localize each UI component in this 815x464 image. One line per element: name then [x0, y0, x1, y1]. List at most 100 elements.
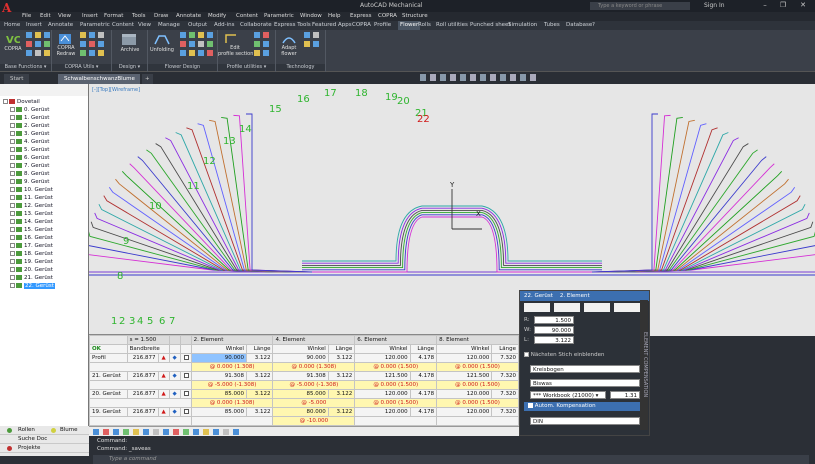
cell-value[interactable]: 120.000 — [354, 353, 411, 363]
tree-item-stand[interactable]: 7. Gerüst — [10, 162, 49, 170]
workbook-select[interactable]: *** Workbook (21000) ▾ — [530, 391, 606, 399]
sub-value[interactable]: @ 0.000 (1.500) — [436, 380, 519, 390]
ribbon-tab-home[interactable]: Home — [4, 22, 20, 28]
sub-value[interactable]: @ 0.000 (1.500) — [354, 380, 438, 390]
menu-item-help[interactable]: Help — [328, 13, 341, 19]
ribbon-tab-featured-apps[interactable]: Featured Apps — [312, 22, 352, 28]
expand-icon[interactable] — [10, 195, 15, 200]
checkbox[interactable] — [524, 352, 529, 357]
close-button[interactable]: ✕ — [796, 1, 810, 10]
tree-item-stand[interactable]: 11. Gerüst — [10, 194, 53, 202]
group-label[interactable]: Base Functions ▾ — [0, 64, 51, 71]
cell-value[interactable]: 3.122 — [327, 353, 356, 363]
group-label[interactable]: Design ▾ — [112, 64, 147, 71]
menu-item-edit[interactable]: Edit — [40, 13, 51, 19]
ribbon-tab--[interactable]: ? — [592, 22, 595, 28]
tree-root[interactable]: Dovetail — [3, 98, 40, 106]
ribbon-tab-collaborate[interactable]: Collaborate — [240, 22, 272, 28]
sub-value[interactable] — [436, 416, 519, 426]
ribbon-tab-copra[interactable]: COPRA — [352, 22, 371, 28]
cell-value[interactable]: 90.000 — [272, 353, 329, 363]
tree-item-stand[interactable]: 16. Gerüst — [10, 234, 53, 242]
workbook-value[interactable]: 1.31 — [610, 391, 640, 399]
tree-item-stand[interactable]: 3. Gerüst — [10, 130, 49, 138]
stand-icon[interactable]: ▲ — [157, 371, 170, 381]
sub-value[interactable]: @ -5.000 — [272, 398, 356, 408]
tree-item-stand[interactable]: 21. Gerüst — [10, 274, 53, 282]
expand-icon[interactable] — [10, 155, 15, 160]
ok-label[interactable]: OK — [89, 344, 128, 354]
tree-item-stand[interactable]: 18. Gerüst — [10, 250, 53, 258]
tree-item-stand[interactable]: 6. Gerüst — [10, 154, 49, 162]
tree-item-stand[interactable]: 4. Gerüst — [10, 138, 49, 146]
sub-value[interactable]: @ 0.000 (1.308) — [190, 398, 274, 408]
add-tab-button[interactable]: + — [142, 74, 153, 84]
cell-value[interactable]: 3.122 — [245, 389, 274, 399]
archive-icon[interactable] — [121, 34, 137, 46]
expand-icon[interactable] — [3, 99, 8, 104]
cell-value[interactable]: 4.178 — [409, 371, 438, 381]
cell-value[interactable]: 120.000 — [436, 389, 493, 399]
cell-value[interactable]: 121.500 — [436, 371, 493, 381]
cell-value[interactable]: 121.500 — [354, 371, 411, 381]
expand-icon[interactable] — [10, 243, 15, 248]
ribbon-tab-add-ins[interactable]: Add-ins — [214, 22, 235, 28]
ribbon-tab-parametric[interactable]: Parametric — [80, 22, 110, 28]
edit-profile-section-button[interactable]: Edit profile section — [218, 45, 253, 57]
stand-icon[interactable]: ▲ — [157, 353, 170, 363]
tab-blume[interactable]: Blume — [44, 426, 89, 435]
group-label[interactable]: Profile utilities ▾ — [218, 64, 275, 71]
ribbon-tab-database[interactable]: Database — [566, 22, 592, 28]
expand-icon[interactable] — [10, 147, 15, 152]
expand-icon[interactable] — [10, 163, 15, 168]
adapt-flower-button[interactable]: Adapt flower — [276, 45, 302, 57]
menu-item-copra[interactable]: COPRA — [378, 13, 397, 19]
menu-item-format[interactable]: Format — [104, 13, 123, 19]
length-field[interactable]: 3.122 — [534, 336, 574, 344]
menu-item-insert[interactable]: Insert — [82, 13, 98, 19]
tree-item-stand[interactable]: 1. Gerüst — [10, 114, 49, 122]
command-input[interactable]: Type a command — [93, 455, 809, 464]
ribbon-tab-content[interactable]: Content — [112, 22, 134, 28]
tree-item-stand[interactable]: 19. Gerüst — [10, 258, 53, 266]
expand-icon[interactable] — [10, 187, 15, 192]
tree-item-stand[interactable]: 22. Gerüst — [10, 282, 55, 290]
pin-icon[interactable]: ◆ — [168, 389, 181, 399]
cell-value[interactable]: 90.000 — [190, 353, 247, 363]
bandbreite-value[interactable]: 216.877 — [126, 407, 159, 417]
expand-icon[interactable] — [10, 267, 15, 272]
cell-value[interactable]: 3.122 — [327, 371, 356, 381]
ribbon-tab-manage[interactable]: Manage — [158, 22, 180, 28]
search-input[interactable]: Type a keyword or phrase — [590, 2, 690, 10]
tree-item-stand[interactable]: 2. Gerüst — [10, 122, 49, 130]
sub-value[interactable] — [354, 416, 438, 426]
expand-icon[interactable] — [10, 259, 15, 264]
ribbon-tab-roll-utilities[interactable]: Roll utilities — [436, 22, 468, 28]
sub-value[interactable]: @ 0.000 (1.500) — [436, 362, 519, 372]
cell-value[interactable]: 85.000 — [190, 389, 247, 399]
ribbon-tab-annotate[interactable]: Annotate — [48, 22, 73, 28]
cell-value[interactable]: 4.178 — [409, 407, 438, 417]
norm-select[interactable]: DIN — [530, 417, 640, 425]
tree-item-stand[interactable]: 8. Gerüst — [10, 170, 49, 178]
sub-value[interactable]: @ 0.000 (1.308) — [190, 362, 274, 372]
checkbox[interactable] — [528, 403, 533, 408]
unfolding-button[interactable]: Unfolding — [148, 47, 176, 53]
adapt-flower-icon[interactable] — [282, 33, 296, 45]
expand-icon[interactable] — [10, 203, 15, 208]
bandbreite-value[interactable]: 216.877 — [126, 371, 159, 381]
pin-icon[interactable]: ◆ — [168, 407, 181, 417]
expand-icon[interactable] — [10, 139, 15, 144]
menu-item-annotate[interactable]: Annotate — [176, 13, 201, 19]
cell-value[interactable]: 91.308 — [190, 371, 247, 381]
cell-value[interactable]: 120.000 — [354, 407, 411, 417]
table-row[interactable]: 20. Gerüst 216.877 ▲ ◆ 85.000 3.122 85.00… — [89, 389, 519, 399]
cell-value[interactable]: 4.178 — [409, 353, 438, 363]
menu-item-draw[interactable]: Draw — [154, 13, 168, 19]
expand-icon[interactable] — [10, 107, 15, 112]
expand-icon[interactable] — [10, 211, 15, 216]
stand-icon[interactable]: ▲ — [157, 407, 170, 417]
compensation-row[interactable]: Autom. Kompensation — [524, 402, 642, 411]
drawing-canvas[interactable]: Y X 1 2 3 4 5 6 7 8 9 10 11 12 13 14 15 16 17 18 19 20 21 22 — [89, 84, 815, 336]
cell-value[interactable]: 7.320 — [491, 389, 519, 399]
